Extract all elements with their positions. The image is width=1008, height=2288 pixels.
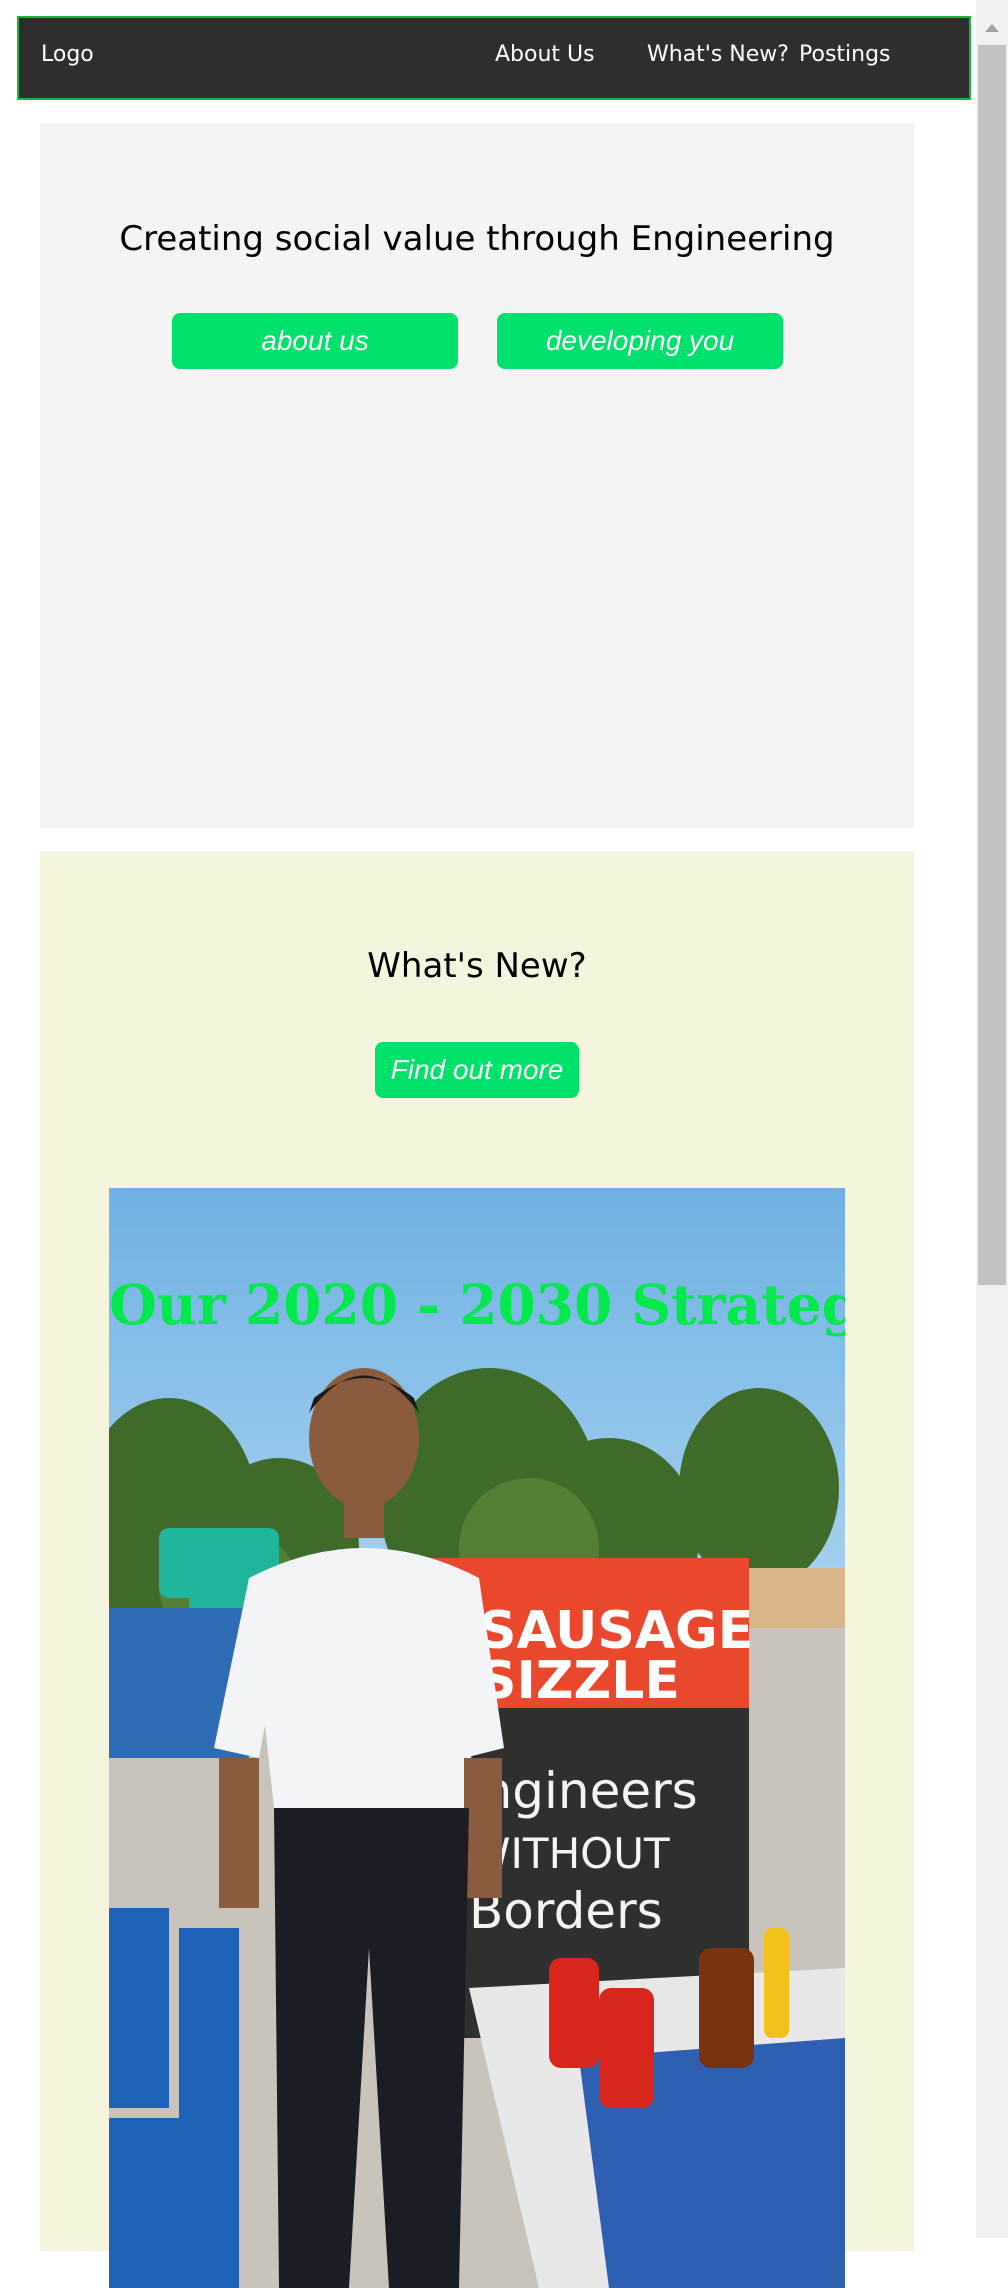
scroll-up-arrow-icon[interactable] xyxy=(985,24,999,32)
developing-you-button[interactable]: developing you xyxy=(497,313,783,369)
about-us-button[interactable]: about us xyxy=(172,313,458,369)
whats-new-title: What's New? xyxy=(367,946,587,986)
nav-link-postings[interactable]: Postings xyxy=(799,42,891,67)
top-navbar: Logo About Us What's New? Postings xyxy=(17,16,971,100)
hero-title: Creating social value through Engineerin… xyxy=(119,219,835,259)
photo-illustration: SAUSAGE SIZZLE Engineers WITHOUT Borders xyxy=(109,1188,845,2288)
vertical-scrollbar[interactable] xyxy=(976,0,1008,2238)
strategy-caption: Our 2020 - 2030 Strategy xyxy=(109,1272,845,1337)
page: Logo About Us What's New? Postings Creat… xyxy=(0,0,976,2288)
svg-text:SIZZLE: SIZZLE xyxy=(479,1651,680,1711)
nav-link-whats-new[interactable]: What's New? xyxy=(647,42,789,67)
logo[interactable]: Logo xyxy=(41,42,94,67)
hero-section: Creating social value through Engineerin… xyxy=(40,123,914,828)
scrollbar-thumb[interactable] xyxy=(978,45,1006,1285)
whats-new-section: What's New? Find out more SAUSAGE SIZZLE… xyxy=(40,851,914,2288)
strategy-photo[interactable]: SAUSAGE SIZZLE Engineers WITHOUT Borders xyxy=(109,1188,845,2288)
nav-link-about-us[interactable]: About Us xyxy=(495,42,595,67)
find-out-more-button[interactable]: Find out more xyxy=(375,1042,579,1098)
